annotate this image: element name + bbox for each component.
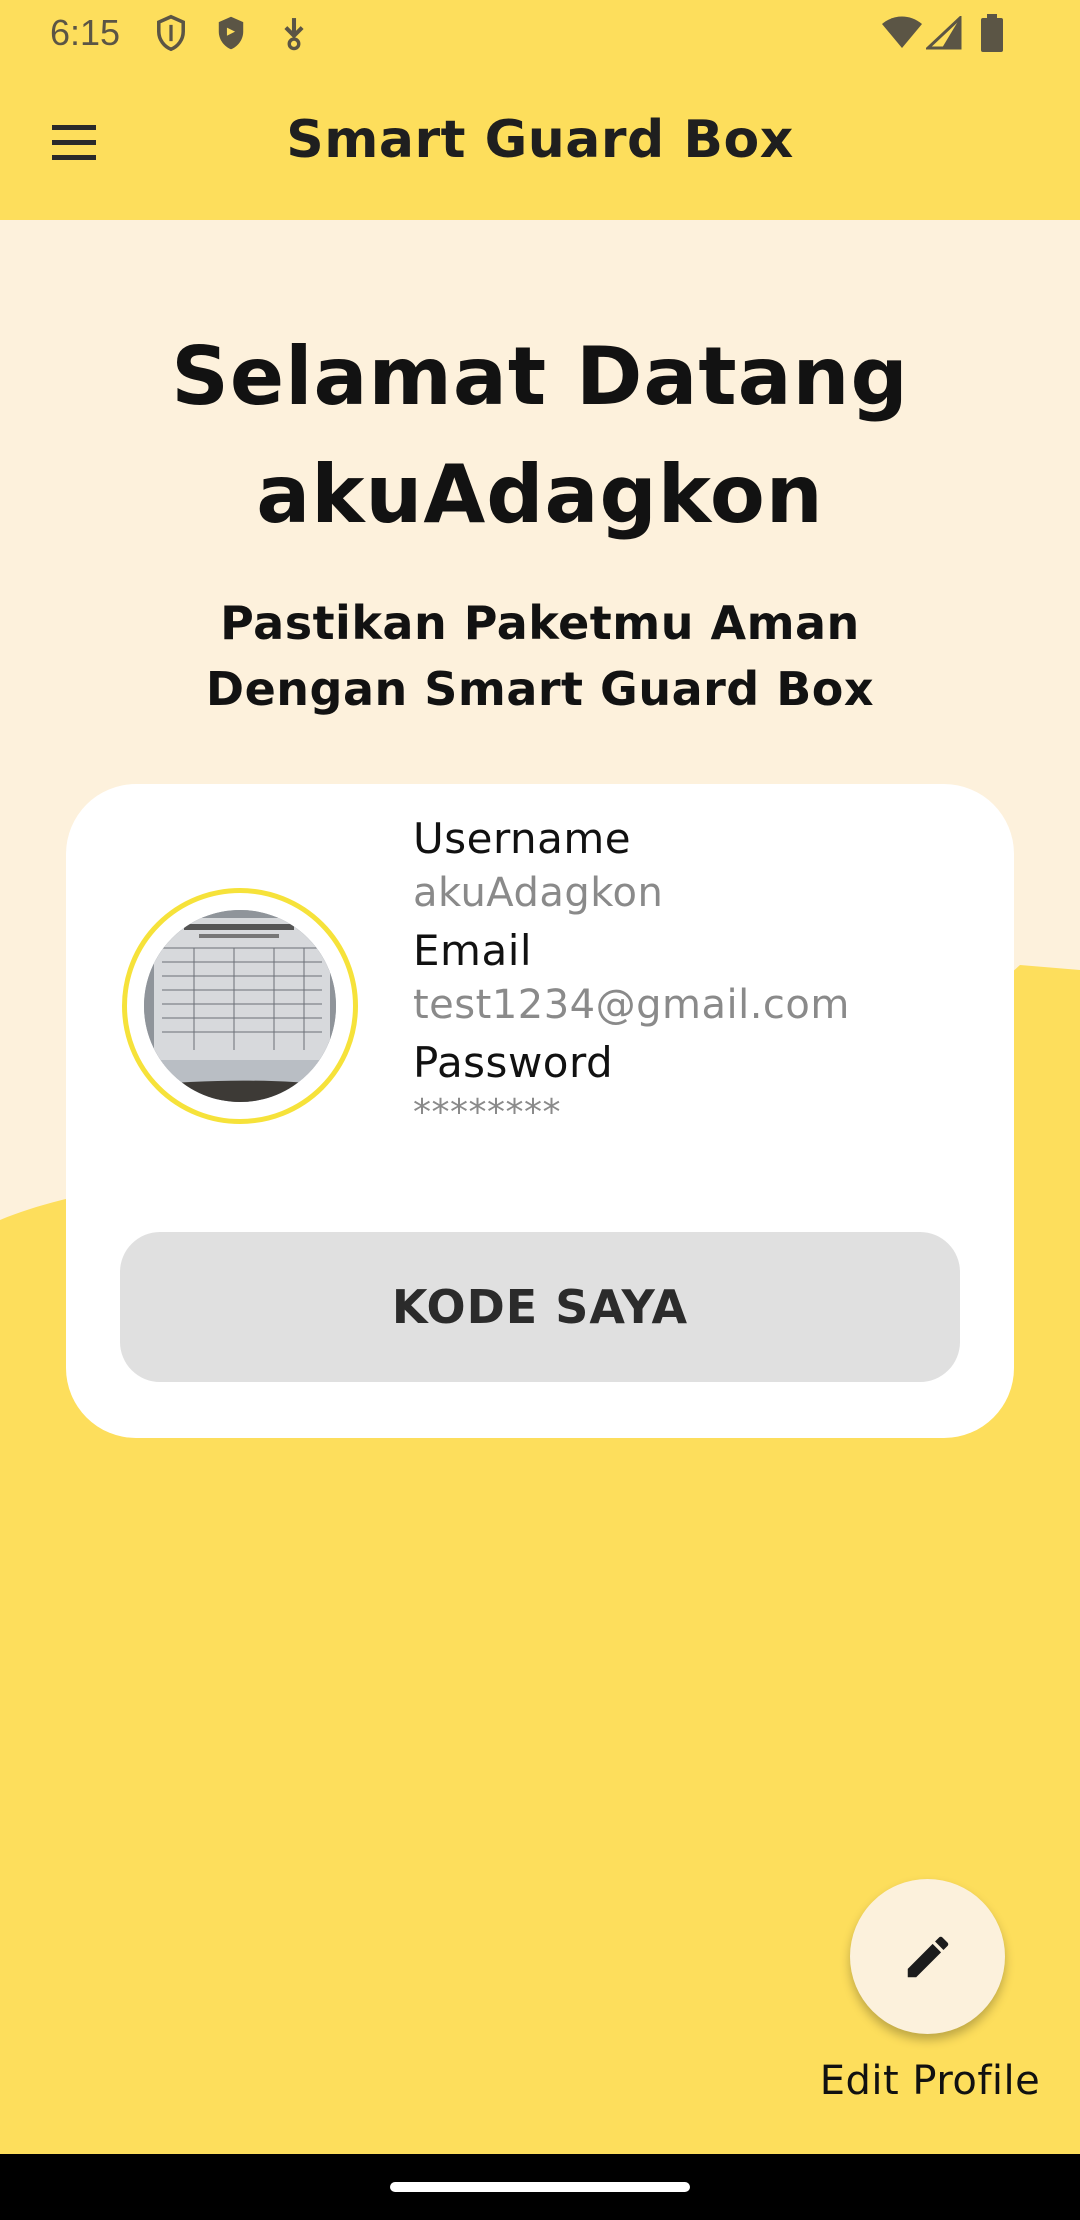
battery-icon	[981, 14, 1003, 52]
avatar[interactable]	[122, 888, 358, 1124]
status-time: 6:15	[50, 12, 121, 53]
cell-signal-icon	[926, 16, 962, 50]
username-label: Username	[413, 814, 632, 863]
password-label: Password	[413, 1038, 614, 1087]
welcome-username: akuAdagkon	[256, 448, 824, 541]
app-bar: Smart Guard Box	[0, 66, 1080, 220]
subtitle-line-2: Dengan Smart Guard Box	[205, 662, 875, 716]
avatar-document-image	[144, 910, 336, 1102]
edit-profile-button[interactable]	[850, 1879, 1005, 2034]
shield-outline-icon	[157, 14, 185, 52]
app-title: Smart Guard Box	[286, 110, 794, 170]
shield-filled-icon	[218, 16, 244, 50]
welcome-title: Selamat Datang akuAdagkon	[0, 318, 1080, 554]
profile-card: Username akuAdagkon Email test1234@gmail…	[66, 784, 1014, 1438]
kode-saya-button[interactable]: KODE SAYA	[120, 1232, 960, 1382]
email-label: Email	[413, 926, 533, 975]
status-bar: 6:15	[0, 0, 1080, 66]
password-value: ********	[413, 1092, 561, 1133]
email-value: test1234@gmail.com	[413, 982, 850, 1028]
edit-profile-label: Edit Profile	[819, 2058, 1041, 2104]
avatar-photo	[144, 910, 336, 1102]
welcome-subtitle: Pastikan Paketmu Aman Dengan Smart Guard…	[0, 590, 1080, 722]
username-value: akuAdagkon	[413, 870, 664, 916]
navigation-bar	[0, 2154, 1080, 2220]
screen: 6:15 Smart Guard Box Selamat Datang akuA…	[0, 0, 1080, 2220]
pencil-icon	[907, 1936, 948, 1977]
welcome-line-1: Selamat Datang	[171, 330, 909, 423]
home-indicator[interactable]	[390, 2182, 690, 2192]
wifi-icon	[882, 16, 922, 48]
subtitle-line-1: Pastikan Paketmu Aman	[220, 596, 860, 650]
download-arrow-icon	[284, 18, 304, 51]
